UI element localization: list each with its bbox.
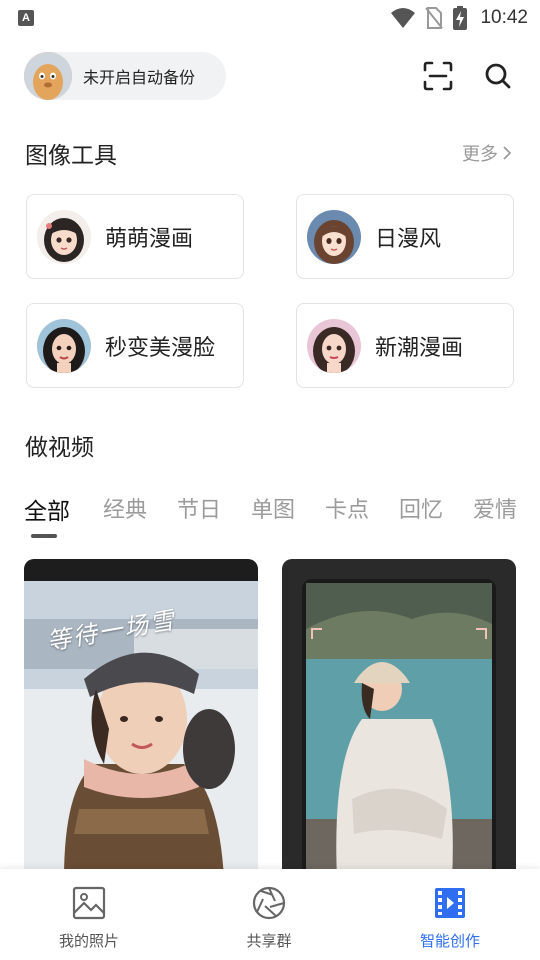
nav-label: 我的照片: [58, 932, 119, 950]
tab-memories[interactable]: 回忆: [399, 492, 443, 524]
wifi-icon: [391, 8, 416, 28]
scan-icon[interactable]: [422, 60, 454, 92]
active-tab-indicator: [31, 534, 57, 538]
chevron-right-icon: [503, 146, 512, 160]
tool-card-trendy-comic[interactable]: 新潮漫画: [296, 303, 514, 388]
more-link[interactable]: 更多: [462, 140, 512, 166]
japanese-comic-avatar: [307, 209, 361, 264]
video-category-tabs: 全部 经典 节日 单图 卡点 回忆 爱情: [24, 492, 540, 528]
tool-label: 新潮漫画: [375, 335, 464, 361]
tool-card-japanese-comic[interactable]: 日漫风: [296, 194, 514, 279]
photo-icon: [72, 886, 106, 920]
more-label: 更多: [462, 144, 498, 165]
american-comic-avatar: [37, 318, 91, 373]
aperture-icon: [252, 886, 286, 920]
nav-my-photos[interactable]: 我的照片: [29, 885, 149, 951]
tool-label: 日漫风: [375, 226, 442, 252]
cute-comic-avatar: [37, 209, 91, 264]
battery-charging-icon: [453, 6, 468, 30]
search-icon[interactable]: [484, 62, 512, 90]
tool-label: 秒变美漫脸: [105, 335, 216, 361]
nav-label: 共享群: [246, 932, 292, 950]
tab-beat-sync[interactable]: 卡点: [325, 492, 369, 524]
nav-smart-creation[interactable]: 智能创作: [390, 885, 510, 951]
nav-shared-groups[interactable]: 共享群: [209, 885, 329, 951]
video-template-card[interactable]: [282, 559, 516, 879]
tool-label: 萌萌漫画: [105, 226, 194, 252]
image-tools-title: 图像工具: [25, 143, 117, 169]
backup-status-text: 未开启自动备份: [83, 68, 196, 87]
tab-love[interactable]: 爱情: [473, 492, 517, 524]
bottom-nav: 我的照片 共享群 智能创作: [0, 869, 540, 960]
tab-classic[interactable]: 经典: [103, 492, 147, 524]
video-template-card[interactable]: 等待一场雪: [24, 559, 258, 879]
film-icon: [435, 888, 465, 918]
make-video-title: 做视频: [25, 435, 94, 461]
no-sim-icon: [425, 7, 444, 29]
status-bar: A 10:42: [0, 0, 540, 36]
clock: 10:42: [480, 7, 528, 28]
avatar[interactable]: [24, 52, 72, 100]
video-thumbnail: [282, 559, 516, 879]
tab-single-image[interactable]: 单图: [251, 492, 295, 524]
tool-card-american-comic-face[interactable]: 秒变美漫脸: [26, 303, 244, 388]
auto-backup-pill[interactable]: 未开启自动备份: [24, 52, 226, 100]
tab-holiday[interactable]: 节日: [177, 492, 221, 524]
app-notification-icon: A: [18, 10, 34, 26]
nav-label: 智能创作: [419, 932, 480, 950]
status-icons: 10:42: [390, 4, 528, 32]
tool-card-cute-comic[interactable]: 萌萌漫画: [26, 194, 244, 279]
tab-all[interactable]: 全部: [24, 492, 70, 526]
trendy-comic-avatar: [307, 318, 361, 373]
